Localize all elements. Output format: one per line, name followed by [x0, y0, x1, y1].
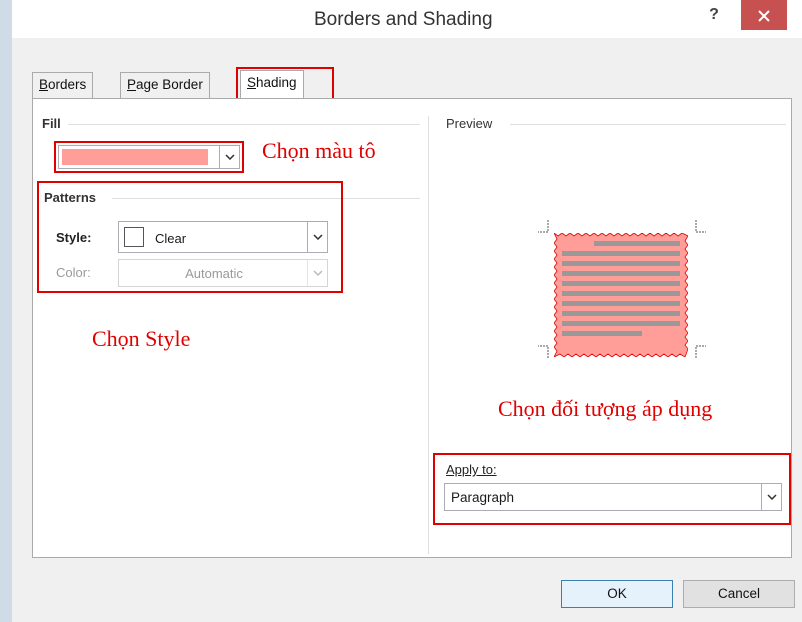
preview-divider [510, 124, 786, 125]
tab-page-border[interactable]: Page Border [120, 72, 210, 98]
style-annotation: Chọn Style [92, 326, 191, 351]
tab-borders-accel: B [39, 77, 49, 92]
panel-separator [428, 116, 429, 554]
preview-shaded-paragraph [553, 232, 689, 358]
fill-group-label: Fill [42, 116, 61, 131]
close-icon [758, 9, 770, 22]
apply-to-highlight [433, 453, 791, 525]
window-edge [0, 0, 12, 622]
cancel-button[interactable]: Cancel [683, 580, 795, 608]
title-bar: Borders and Shading ? [0, 0, 802, 38]
tab-page-border-label: age Border [136, 77, 203, 92]
tab-borders[interactable]: Borders [32, 72, 94, 98]
apply-annotation: Chọn đối tượng áp dụng [498, 396, 713, 421]
borders-and-shading-dialog: Borders and Shading ? Borders Page Borde… [0, 0, 802, 622]
tab-borders-label: orders [48, 77, 87, 92]
patterns-highlight [37, 181, 343, 293]
preview-group-label: Preview [446, 116, 493, 131]
shading-tab-highlight [236, 67, 334, 101]
fill-highlight [54, 141, 244, 173]
help-button[interactable]: ? [700, 0, 728, 30]
fill-divider [68, 124, 420, 125]
ok-button[interactable]: OK [561, 580, 673, 608]
fill-annotation: Chọn màu tô [262, 138, 376, 163]
close-button[interactable] [741, 0, 787, 30]
preview-sample [553, 232, 689, 358]
tab-page-border-accel: P [127, 77, 137, 92]
dialog-title: Borders and Shading [314, 9, 493, 30]
